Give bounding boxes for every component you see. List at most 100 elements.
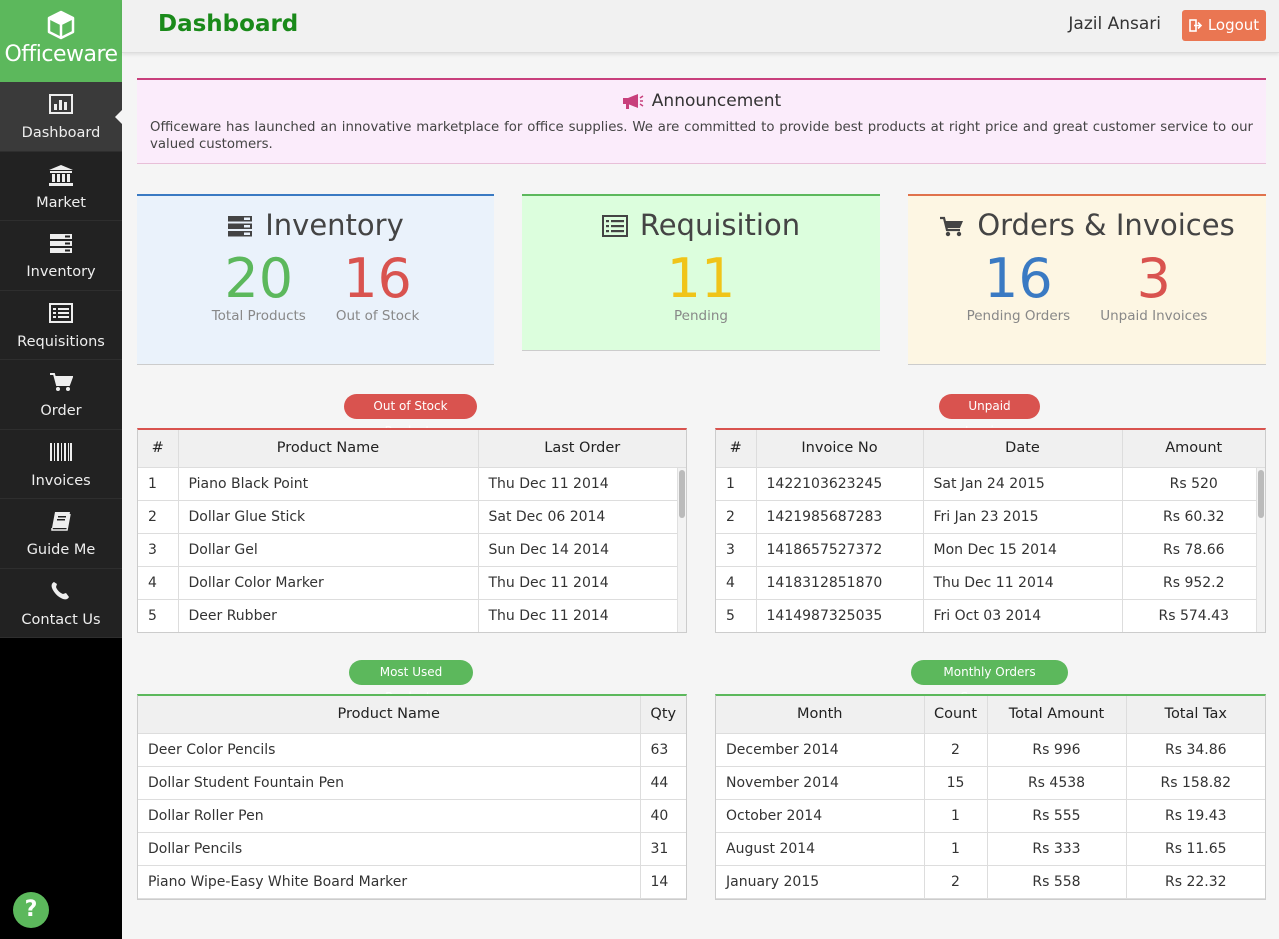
most-used-products-table[interactable]: Product Name Qty Deer Color Pencils 63 Do…: [137, 694, 687, 900]
column-header: Invoice No: [756, 430, 924, 468]
table-cell: 4: [138, 566, 179, 600]
help-button[interactable]: ?: [13, 892, 49, 928]
phone-icon: [0, 581, 122, 603]
sidebar-item-invoices[interactable]: Invoices: [0, 429, 122, 499]
table-cell: Sun Dec 14 2014: [478, 533, 686, 567]
table-row[interactable]: 1 1422103623245 Sat Jan 24 2015 Rs 520: [716, 467, 1265, 501]
table-cell: 1421985687283: [756, 500, 924, 534]
page-title: Dashboard: [158, 11, 299, 37]
table-row[interactable]: 4 Dollar Color Marker Thu Dec 11 2014: [138, 566, 686, 600]
table-cell: November 2014: [716, 766, 925, 800]
table-cell: 14: [640, 865, 686, 899]
table-cell: Deer Rubber: [178, 599, 479, 632]
unpaid-invoices-badge: Unpaid Invoices: [939, 394, 1040, 438]
sidebar-item-label: Order: [40, 403, 82, 419]
requisition-card[interactable]: Requisition 11 Pending: [522, 194, 880, 351]
pending-orders-stat: 16 Pending Orders: [967, 248, 1071, 325]
table-cell: 1: [924, 832, 988, 866]
unpaid-invoices-stat: 3 Unpaid Invoices: [1100, 247, 1208, 325]
table-row[interactable]: 4 1418312851870 Thu Dec 11 2014 Rs 952.2: [716, 566, 1265, 600]
inventory-title: Inventory: [265, 208, 404, 242]
bullhorn-icon: [622, 94, 644, 109]
scrollbar-thumb[interactable]: [679, 470, 685, 518]
table-cell: 40: [640, 799, 686, 833]
table-cell: Dollar Roller Pen: [138, 799, 641, 833]
table-cell: Rs 952.2: [1122, 566, 1265, 600]
orders-title: Orders & Invoices: [977, 208, 1235, 242]
announcement-heading: Announcement: [137, 80, 1266, 111]
monthly-orders-summary-table[interactable]: Month Count Total Amount Total Tax Decem…: [715, 694, 1266, 900]
table-row[interactable]: October 2014 1 Rs 555 Rs 19.43: [716, 799, 1265, 833]
bank-icon: [0, 164, 122, 186]
table-cell: Rs 34.86: [1126, 733, 1265, 767]
table-row[interactable]: August 2014 1 Rs 333 Rs 11.65: [716, 832, 1265, 866]
shopping-cart-icon: [940, 216, 964, 237]
table-cell: Fri Jan 23 2015: [923, 500, 1123, 534]
table-row[interactable]: Piano Wipe-Easy White Board Marker 14: [138, 865, 686, 899]
unpaid-invoices-count: 3: [1136, 247, 1171, 310]
table-cell: 2: [924, 865, 988, 899]
table-row[interactable]: 2 1421985687283 Fri Jan 23 2015 Rs 60.32: [716, 500, 1265, 534]
table-row[interactable]: December 2014 2 Rs 996 Rs 34.86: [716, 733, 1265, 767]
shopping-cart-icon: [0, 372, 122, 394]
announcement-text: Officeware has launched an innovative ma…: [150, 120, 1253, 152]
table-row[interactable]: 3 1418657527372 Mon Dec 15 2014 Rs 78.66: [716, 533, 1265, 567]
scrollbar-thumb[interactable]: [1258, 470, 1264, 518]
table-row[interactable]: Deer Color Pencils 63: [138, 733, 686, 767]
table-cell: Thu Dec 11 2014: [478, 467, 686, 501]
table-row[interactable]: 3 Dollar Gel Sun Dec 14 2014: [138, 533, 686, 567]
cube-icon: [47, 10, 75, 40]
table-row[interactable]: 2 Dollar Glue Stick Sat Dec 06 2014: [138, 500, 686, 534]
table-cell: Rs 333: [987, 832, 1127, 866]
column-header: Product Name: [178, 430, 479, 468]
orders-invoices-card[interactable]: Orders & Invoices 16 Pending Orders 3 Un…: [908, 194, 1266, 365]
sidebar-item-label: Guide Me: [26, 542, 96, 558]
table-cell: Rs 19.43: [1126, 799, 1265, 833]
table-cell: 5: [716, 599, 757, 632]
table-row[interactable]: 5 Deer Rubber Thu Dec 11 2014: [138, 599, 686, 632]
scrollbar[interactable]: [1256, 468, 1265, 632]
pending-requisitions-count: 11: [666, 247, 736, 310]
sidebar-item-contact-us[interactable]: Contact Us: [0, 568, 122, 638]
sidebar-item-market[interactable]: Market: [0, 151, 122, 221]
total-products-count: 20: [224, 247, 294, 310]
logout-button[interactable]: Logout: [1182, 10, 1266, 41]
sign-out-icon: [1189, 19, 1202, 32]
table-row[interactable]: January 2015 2 Rs 558 Rs 22.32: [716, 865, 1265, 899]
table-row[interactable]: 1 Piano Black Point Thu Dec 11 2014: [138, 467, 686, 501]
table-cell: 5: [138, 599, 179, 632]
table-cell: 1: [716, 467, 757, 501]
table-cell: Thu Dec 11 2014: [478, 599, 686, 632]
sidebar-item-dashboard[interactable]: Dashboard: [0, 82, 122, 152]
inventory-card[interactable]: Inventory 20 Total Products 16 Out of St…: [137, 194, 494, 365]
sidebar-item-inventory[interactable]: Inventory: [0, 221, 122, 291]
table-cell: Rs 555: [987, 799, 1127, 833]
out-of-stock-table[interactable]: # Product Name Last Order 1 Piano Black P…: [137, 428, 687, 633]
book-icon: [0, 511, 122, 533]
orders-card-title: Orders & Invoices: [908, 208, 1266, 242]
column-header: Total Amount: [987, 696, 1127, 734]
barcode-icon: [0, 442, 122, 464]
brand-logo[interactable]: Officeware: [0, 0, 122, 82]
table-cell: 31: [640, 832, 686, 866]
sidebar-item-guide-me[interactable]: Guide Me: [0, 499, 122, 569]
sidebar-item-label: Market: [36, 194, 86, 211]
sidebar-item-order[interactable]: Order: [0, 360, 122, 430]
user-name: Jazil Ansari: [1068, 14, 1161, 34]
server-icon: [0, 233, 122, 255]
column-header: Count: [924, 696, 988, 734]
unpaid-invoices-label: Unpaid Invoices: [1100, 308, 1208, 324]
table-row[interactable]: 5 1414987325035 Fri Oct 03 2014 Rs 574.43: [716, 599, 1265, 632]
table-row[interactable]: Dollar Roller Pen 40: [138, 799, 686, 833]
table-row[interactable]: Dollar Student Fountain Pen 44: [138, 766, 686, 800]
scrollbar[interactable]: [677, 468, 686, 632]
table-row[interactable]: Dollar Pencils 31: [138, 832, 686, 866]
total-products-label: Total Products: [211, 308, 306, 324]
table-row[interactable]: November 2014 15 Rs 4538 Rs 158.82: [716, 766, 1265, 800]
list-alt-icon: [0, 302, 122, 325]
sidebar-item-requisitions[interactable]: Requisitions: [0, 290, 122, 360]
server-icon: [228, 216, 253, 237]
table-cell: Rs 78.66: [1122, 533, 1265, 567]
column-header: Amount: [1122, 430, 1265, 468]
unpaid-invoices-table[interactable]: # Invoice No Date Amount 1 1422103623245 S…: [715, 428, 1266, 633]
